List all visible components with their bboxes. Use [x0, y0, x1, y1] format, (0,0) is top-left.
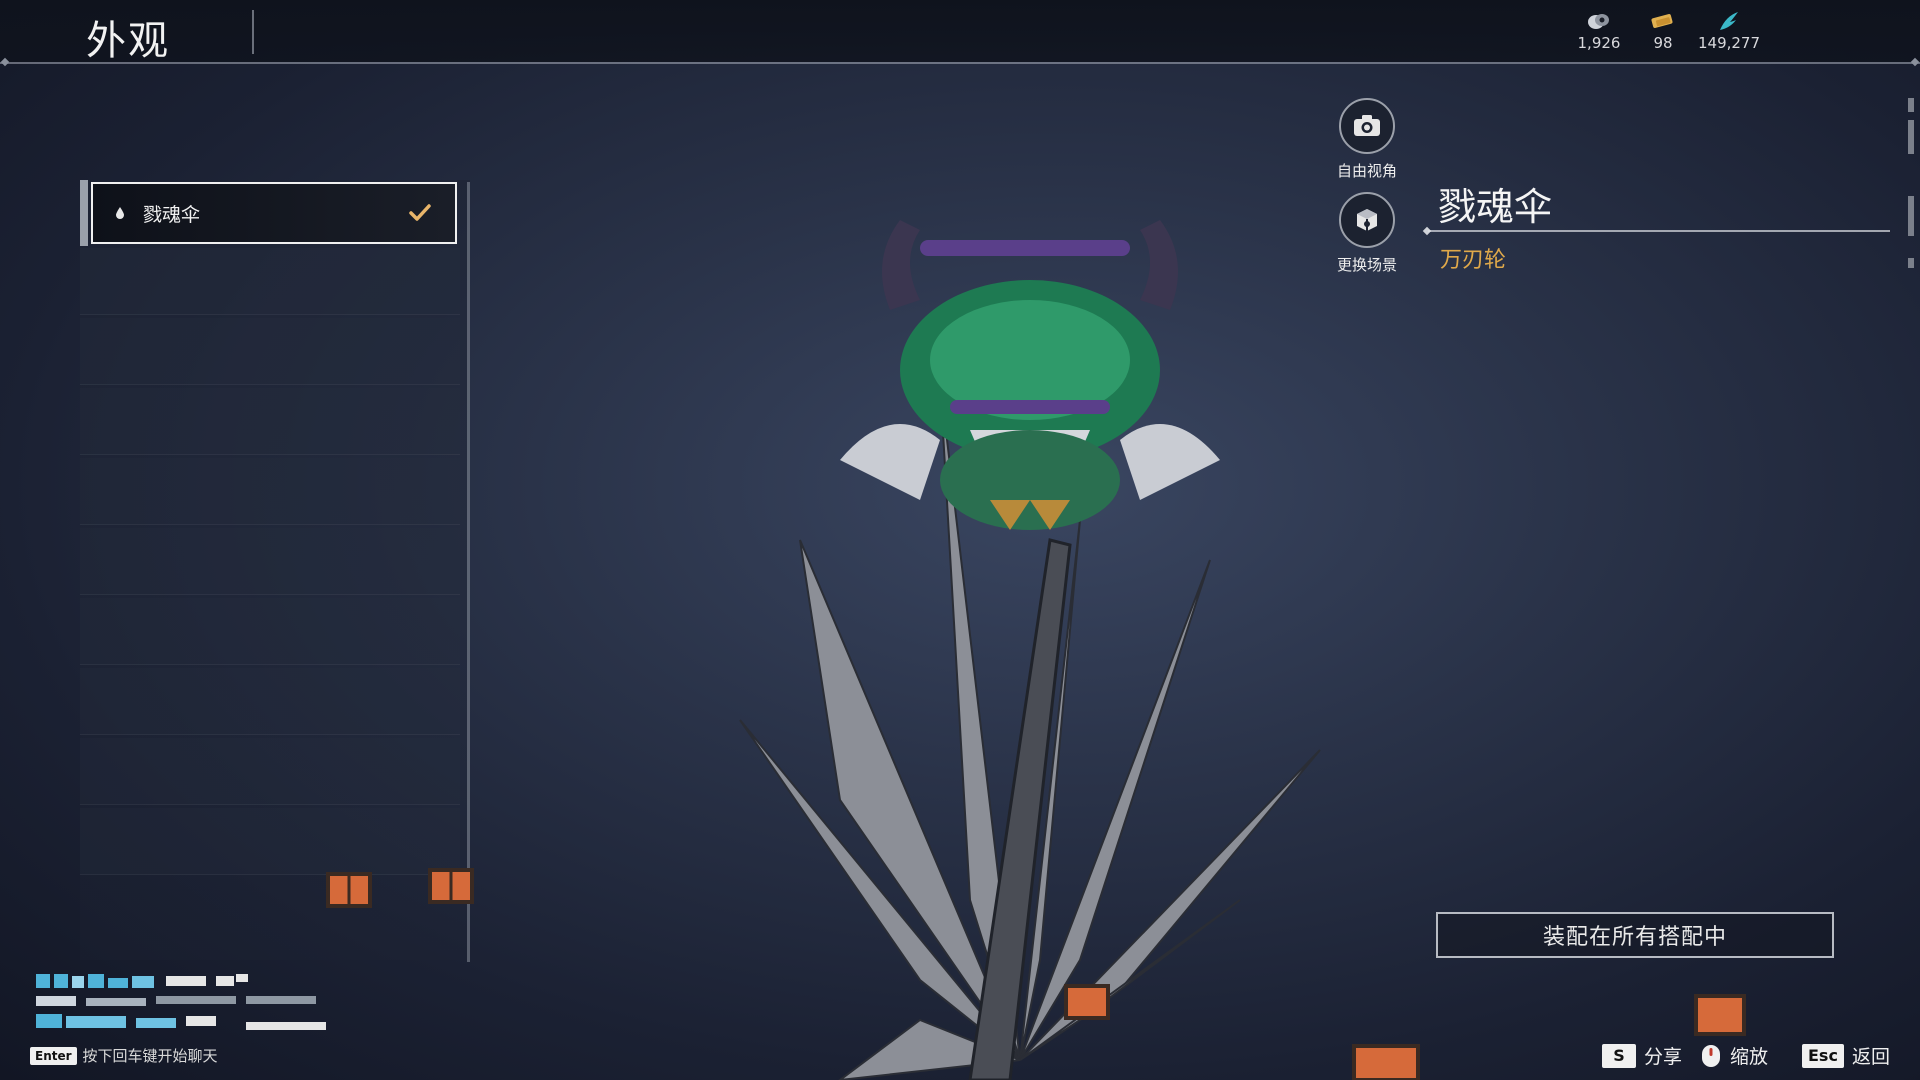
free-view-button[interactable]: 自由视角	[1322, 98, 1412, 181]
ticket-icon	[1651, 14, 1673, 28]
list-selection-accent	[80, 180, 88, 246]
mouse-scroll-icon	[1702, 1044, 1720, 1067]
list-row-empty	[80, 598, 460, 665]
list-row-empty	[80, 458, 460, 525]
camera-icon	[1354, 115, 1380, 136]
top-divider	[0, 62, 1920, 64]
item-name: 戮魂伞	[1438, 185, 1553, 229]
list-row-empty	[80, 528, 460, 595]
title-separator	[252, 10, 254, 54]
back-label: 返回	[1851, 1046, 1890, 1068]
back-hint[interactable]: Esc 返回	[1802, 1042, 1890, 1069]
page-title: 外观	[86, 18, 170, 64]
list-item-label: 戮魂伞	[143, 203, 201, 226]
lantern-decoration	[1352, 1044, 1420, 1080]
chat-messages-redacted	[36, 974, 326, 1030]
item-type: 万刃轮	[1440, 248, 1507, 273]
scroll-tick	[1908, 120, 1914, 154]
demon-head	[840, 220, 1220, 530]
lantern-decoration	[326, 872, 372, 908]
change-scene-label: 更换场景	[1336, 256, 1397, 274]
feather-icon	[1720, 12, 1738, 30]
list-row-empty	[80, 388, 460, 455]
esc-key-badge: Esc	[1802, 1043, 1844, 1068]
scroll-tick	[1908, 196, 1914, 236]
list-row-empty	[80, 248, 460, 315]
list-row-empty	[80, 318, 460, 385]
enter-key-badge: Enter	[30, 1046, 77, 1065]
lantern-decoration	[1694, 994, 1746, 1036]
list-row-empty	[80, 808, 460, 875]
lantern-decoration	[1064, 984, 1110, 1020]
currency-tickets-value: 98	[1653, 34, 1673, 52]
list-item-selected[interactable]: 戮魂伞	[91, 182, 457, 244]
lantern-decoration	[428, 868, 474, 904]
share-key-badge: S	[1602, 1043, 1636, 1068]
chat-hint-label: 按下回车键开始聊天	[82, 1047, 218, 1065]
zoom-label: 缩放	[1730, 1046, 1769, 1068]
list-scrollbar[interactable]	[467, 182, 470, 962]
currency-feathers: 149,277	[1684, 10, 1774, 52]
list-row-empty	[80, 668, 460, 735]
share-label: 分享	[1644, 1046, 1683, 1068]
currency-feathers-value: 149,277	[1697, 34, 1761, 52]
cube-icon	[1357, 209, 1377, 231]
item-name-divider	[1428, 230, 1890, 232]
weapon-preview[interactable]	[720, 200, 1340, 1080]
chat-hint: Enter 按下回车键开始聊天	[30, 1045, 218, 1066]
share-hint[interactable]: S 分享	[1602, 1042, 1682, 1069]
coin-stack-icon	[1588, 14, 1609, 29]
equip-all-outfits-button[interactable]: 装配在所有搭配中	[1436, 912, 1834, 958]
currency-coins-value: 1,926	[1577, 34, 1621, 52]
equip-all-label: 装配在所有搭配中	[1542, 925, 1727, 950]
check-icon	[409, 204, 431, 221]
free-view-label: 自由视角	[1336, 162, 1397, 180]
drop-icon	[116, 207, 124, 219]
scroll-tick	[1908, 258, 1914, 268]
scroll-tick	[1908, 98, 1914, 112]
list-row-empty	[80, 738, 460, 805]
zoom-hint[interactable]: 缩放	[1700, 1042, 1768, 1069]
